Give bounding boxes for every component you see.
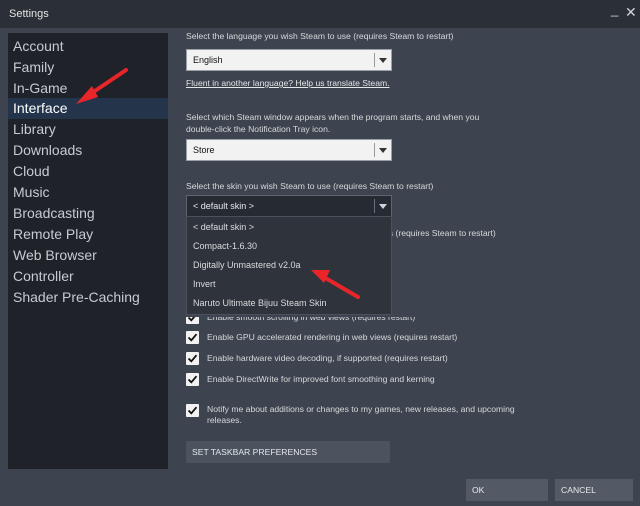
- title-bar: Settings _ ✕: [0, 0, 640, 28]
- checkmark-icon: [187, 406, 198, 415]
- close-button[interactable]: ✕: [625, 4, 637, 21]
- settings-sidebar: Account Family In-Game Interface Library…: [8, 33, 168, 469]
- sidebar-item-broadcasting[interactable]: Broadcasting: [8, 203, 168, 224]
- skin-option-compact[interactable]: Compact-1.6.30: [187, 237, 391, 256]
- skin-option-digitally-unmastered[interactable]: Digitally Unmastered v2.0a: [187, 256, 391, 275]
- dropdown-divider: [374, 199, 375, 213]
- hardware-decoding-checkbox[interactable]: [186, 352, 199, 365]
- skin-option-default[interactable]: < default skin >: [187, 218, 391, 237]
- directwrite-label: Enable DirectWrite for improved font smo…: [207, 374, 435, 384]
- startup-window-dropdown[interactable]: Store: [186, 139, 392, 161]
- checkbox-row-gpu-rendering: Enable GPU accelerated rendering in web …: [186, 331, 516, 346]
- notify-label-line2: releases.: [207, 415, 242, 425]
- sidebar-item-downloads[interactable]: Downloads: [8, 140, 168, 161]
- notify-label-line1: Notify me about additions or changes to …: [207, 404, 515, 414]
- chevron-down-icon: [379, 148, 387, 153]
- skin-dropdown[interactable]: < default skin >: [186, 195, 392, 217]
- sidebar-item-interface[interactable]: Interface: [8, 98, 168, 119]
- sidebar-item-cloud[interactable]: Cloud: [8, 161, 168, 182]
- language-dropdown-value: English: [193, 55, 223, 65]
- gpu-rendering-checkbox[interactable]: [186, 331, 199, 344]
- minimize-button[interactable]: _: [611, 2, 618, 17]
- sidebar-item-library[interactable]: Library: [8, 119, 168, 140]
- sidebar-item-remote-play[interactable]: Remote Play: [8, 224, 168, 245]
- skin-options-menu: < default skin > Compact-1.6.30 Digitall…: [186, 216, 392, 315]
- skin-option-naruto[interactable]: Naruto Ultimate Bijuu Steam Skin: [187, 294, 391, 313]
- checkmark-icon: [187, 354, 198, 363]
- checkbox-row-hardware-decoding: Enable hardware video decoding, if suppo…: [186, 352, 516, 367]
- sidebar-item-web-browser[interactable]: Web Browser: [8, 245, 168, 266]
- chevron-down-icon: [379, 58, 387, 63]
- language-dropdown[interactable]: English: [186, 49, 392, 71]
- dropdown-divider: [374, 143, 375, 157]
- dropdown-divider: [374, 53, 375, 67]
- skin-prompt: Select the skin you wish Steam to use (r…: [186, 181, 434, 191]
- sidebar-item-controller[interactable]: Controller: [8, 266, 168, 287]
- sidebar-item-in-game[interactable]: In-Game: [8, 78, 168, 99]
- startup-window-dropdown-value: Store: [193, 145, 215, 155]
- sidebar-item-family[interactable]: Family: [8, 57, 168, 78]
- language-prompt: Select the language you wish Steam to us…: [186, 31, 454, 41]
- startup-window-prompt-line1: Select which Steam window appears when t…: [186, 112, 480, 122]
- checkmark-icon: [187, 375, 198, 384]
- skin-option-invert[interactable]: Invert: [187, 275, 391, 294]
- sidebar-item-music[interactable]: Music: [8, 182, 168, 203]
- checkbox-row-directwrite: Enable DirectWrite for improved font smo…: [186, 373, 516, 388]
- hardware-decoding-label: Enable hardware video decoding, if suppo…: [207, 353, 448, 363]
- translate-link[interactable]: Fluent in another language? Help us tran…: [186, 78, 390, 88]
- startup-window-prompt-line2: double-click the Notification Tray icon.: [186, 124, 331, 134]
- sidebar-item-account[interactable]: Account: [8, 36, 168, 57]
- cancel-button[interactable]: CANCEL: [555, 479, 633, 501]
- chevron-down-icon: [379, 204, 387, 209]
- ok-button[interactable]: OK: [466, 479, 548, 501]
- notify-checkbox[interactable]: [186, 404, 199, 417]
- set-taskbar-preferences-button[interactable]: SET TASKBAR PREFERENCES: [186, 441, 390, 463]
- directwrite-checkbox[interactable]: [186, 373, 199, 386]
- gpu-rendering-label: Enable GPU accelerated rendering in web …: [207, 332, 458, 342]
- skin-dropdown-value: < default skin >: [193, 201, 255, 211]
- checkmark-icon: [187, 333, 198, 342]
- checkbox-row-notify: Notify me about additions or changes to …: [186, 404, 606, 430]
- sidebar-item-shader-pre-caching[interactable]: Shader Pre-Caching: [8, 287, 168, 308]
- obscured-setting-text: gs (requires Steam to restart): [384, 228, 496, 238]
- window-title: Settings: [9, 8, 49, 20]
